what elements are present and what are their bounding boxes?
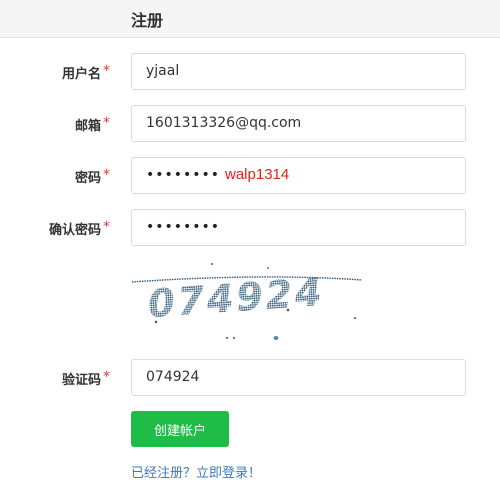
login-link[interactable]: 已经注册？立即登录！ [131, 462, 261, 481]
confirm-password-field[interactable]: •••••••• [131, 209, 466, 246]
captcha-text: 074924 [147, 270, 326, 326]
username-field[interactable]: yjaal [131, 53, 466, 90]
required-marker: * [103, 63, 110, 79]
page-title: 注册 [131, 11, 164, 30]
password-label-row: 密码 * [0, 167, 110, 186]
email-value: 1601313326@qq.com [146, 115, 302, 131]
username-label: 用户名 [61, 67, 101, 82]
required-marker: * [103, 115, 110, 131]
password-annotation: walp1314 [225, 166, 290, 183]
page-header: 注册 [0, 0, 500, 38]
captcha-field[interactable]: 074924 [131, 359, 466, 396]
password-field[interactable]: •••••••• [131, 157, 466, 194]
captcha-label-row: 验证码 * [0, 369, 110, 388]
email-field[interactable]: 1601313326@qq.com [131, 105, 466, 142]
required-marker: * [103, 219, 110, 235]
password-masked-value: •••••••• [146, 167, 221, 183]
required-marker: * [103, 369, 110, 385]
email-label: 邮箱 [74, 119, 101, 134]
required-marker: * [103, 167, 110, 183]
confirm-password-masked-value: •••••••• [146, 219, 221, 235]
captcha-image[interactable]: 074924 [128, 258, 368, 344]
confirm-password-label: 确认密码 [48, 223, 101, 238]
username-value: yjaal [146, 63, 180, 79]
email-label-row: 邮箱 * [0, 115, 110, 134]
create-account-button[interactable]: 创建帐户 [131, 411, 229, 447]
password-label: 密码 [74, 171, 101, 186]
confirm-password-label-row: 确认密码 * [0, 219, 110, 238]
captcha-label: 验证码 [61, 373, 101, 388]
username-label-row: 用户名 * [0, 63, 110, 82]
captcha-value: 074924 [146, 369, 200, 385]
